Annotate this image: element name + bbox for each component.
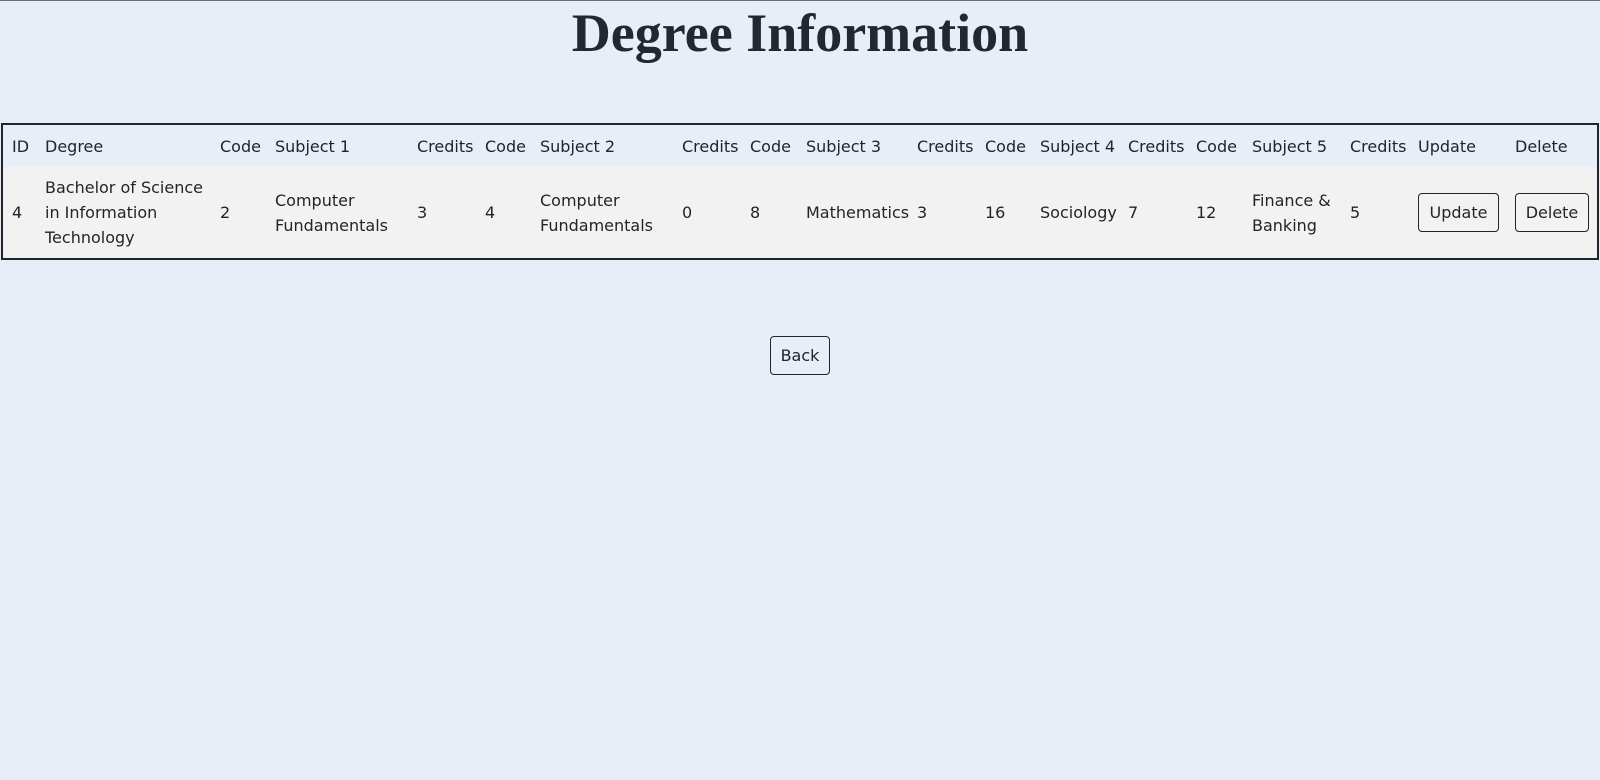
cell-credits-5: 5 — [1350, 203, 1361, 222]
column-header-credits-5: Credits — [1350, 136, 1407, 156]
column-header-subject-3: Subject 3 — [806, 136, 882, 156]
delete-button[interactable]: Delete — [1515, 193, 1589, 232]
column-header-subject-2: Subject 2 — [540, 136, 616, 156]
cell-code-1: 2 — [220, 203, 231, 222]
degree-table: ID Degree Code Subject 1 Credits Code Su… — [3, 125, 1597, 258]
cell-degree: Bachelor of Science in Information Techn… — [45, 178, 203, 247]
column-header-update: Update — [1418, 136, 1476, 156]
cell-subject-4: Sociology — [1040, 203, 1117, 222]
cell-credits-3: 3 — [917, 203, 928, 222]
update-button[interactable]: Update — [1418, 193, 1499, 232]
page-title: Degree Information — [571, 3, 1029, 63]
cell-update: Update — [1409, 167, 1506, 258]
column-header-subject-1: Subject 1 — [275, 136, 351, 156]
cell-subject-1: Computer Fundamentals — [275, 190, 388, 235]
table-header-row: ID Degree Code Subject 1 Credits Code Su… — [3, 125, 1597, 167]
column-header-credits-1: Credits — [417, 136, 474, 156]
column-header-subject-5: Subject 5 — [1252, 136, 1328, 156]
back-button[interactable]: Back — [770, 336, 830, 375]
column-header-credits-4: Credits — [1128, 136, 1185, 156]
cell-credits-4: 7 — [1128, 203, 1139, 222]
table-row: 4 Bachelor of Science in Information Tec… — [3, 167, 1597, 258]
column-header-code-2: Code — [485, 136, 526, 156]
cell-credits-2: 0 — [682, 203, 693, 222]
column-header-code-1: Code — [220, 136, 261, 156]
degree-table-container: ID Degree Code Subject 1 Credits Code Su… — [1, 123, 1599, 260]
column-header-id: ID — [12, 136, 30, 156]
cell-subject-3: Mathematics — [806, 203, 910, 222]
column-header-credits-2: Credits — [682, 136, 739, 156]
cell-subject-5: Finance & Banking — [1252, 190, 1331, 235]
cell-code-2: 4 — [485, 203, 496, 222]
column-header-delete: Delete — [1515, 136, 1568, 156]
column-header-code-5: Code — [1196, 136, 1237, 156]
column-header-code-3: Code — [750, 136, 791, 156]
column-header-subject-4: Subject 4 — [1040, 136, 1116, 156]
cell-code-5: 12 — [1196, 203, 1217, 222]
column-header-code-4: Code — [985, 136, 1026, 156]
column-header-credits-3: Credits — [917, 136, 974, 156]
cell-subject-2: Computer Fundamentals — [540, 190, 653, 235]
cell-code-3: 8 — [750, 203, 761, 222]
cell-id: 4 — [12, 203, 23, 222]
cell-code-4: 16 — [985, 203, 1006, 222]
column-header-degree: Degree — [45, 136, 104, 156]
cell-delete: Delete — [1506, 167, 1597, 258]
cell-credits-1: 3 — [417, 203, 428, 222]
